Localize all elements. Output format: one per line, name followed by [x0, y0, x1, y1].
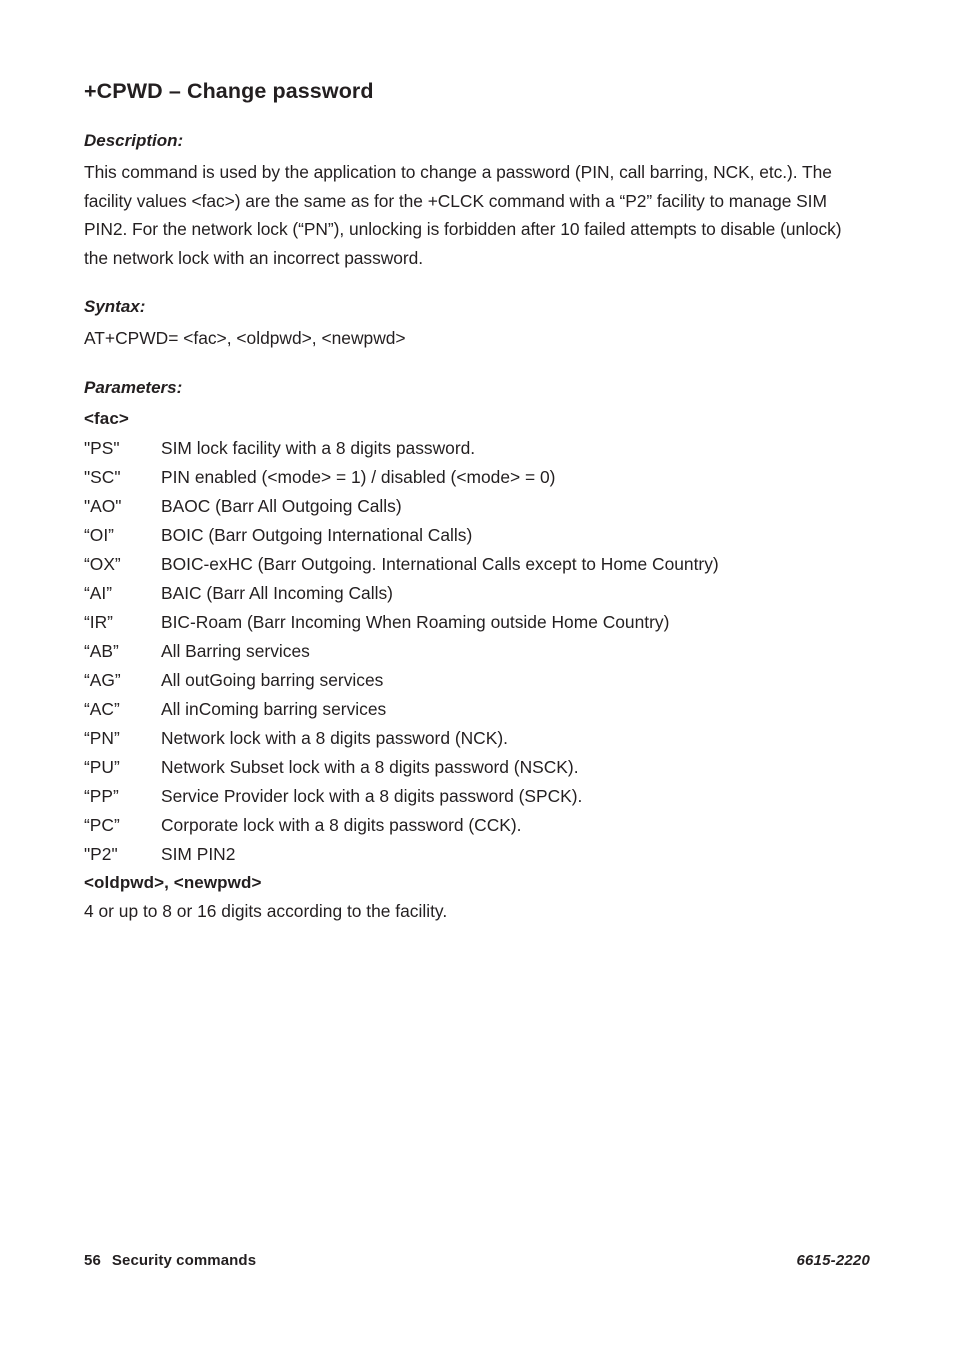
param-code: “AG”	[84, 669, 121, 690]
description-heading: Description:	[84, 131, 184, 150]
footer-page-number: 56	[84, 1252, 101, 1269]
table-row: “PU” Network Subset lock with a 8 digits…	[84, 753, 844, 782]
table-row: “PC” Corporate lock with a 8 digits pass…	[84, 811, 844, 840]
param-description: Network Subset lock with a 8 digits pass…	[161, 756, 579, 777]
spacer-after-description	[84, 272, 844, 296]
param-code: "SC"	[84, 466, 121, 487]
document-page: +CPWD – Change password Description: Thi…	[0, 0, 954, 1350]
param-code: "PS"	[84, 437, 120, 458]
param-code: "AO"	[84, 495, 122, 516]
param-description: All outGoing barring services	[161, 669, 384, 690]
param-description: BIC-Roam (Barr Incoming When Roaming out…	[161, 611, 670, 632]
page-footer: 56 Security commands 6615-2220	[84, 1252, 870, 1269]
table-row: “PP” Service Provider lock with a 8 digi…	[84, 782, 844, 811]
syntax-heading: Syntax:	[84, 297, 146, 317]
param-description: SIM PIN2	[161, 843, 236, 864]
param-description: Corporate lock with a 8 digits password …	[161, 814, 522, 835]
page-title: +CPWD – Change password	[84, 79, 374, 103]
footer-section-name: Security commands	[111, 1252, 257, 1269]
pwd-parameter-description: 4 or up to 8 or 16 digits according to t…	[84, 901, 448, 922]
table-row: “AB” All Barring services	[84, 637, 844, 666]
param-code: “PU”	[84, 756, 120, 777]
param-description: Service Provider lock with a 8 digits pa…	[161, 785, 583, 806]
table-row: “AC” All inComing barring services	[84, 695, 844, 724]
table-row: “OX” BOIC-exHC (Barr Outgoing. Internati…	[84, 550, 844, 579]
pwd-parameter-label: <oldpwd>, <newpwd>	[84, 872, 262, 892]
param-description: All inComing barring services	[161, 698, 387, 719]
table-row: “AG” All outGoing barring services	[84, 666, 844, 695]
param-code: “AI”	[84, 582, 113, 603]
param-description: BAIC (Barr All Incoming Calls)	[161, 582, 393, 603]
table-row: "P2" SIM PIN2	[84, 840, 844, 869]
param-description: BAOC (Barr All Outgoing Calls)	[161, 495, 402, 516]
param-description: All Barring services	[161, 640, 310, 661]
page-content: +CPWD – Change password Description: Thi…	[84, 78, 844, 926]
description-paragraph: This command is used by the application …	[84, 162, 842, 268]
param-code: “IR”	[84, 611, 113, 632]
param-description: BOIC-exHC (Barr Outgoing. International …	[161, 553, 719, 574]
param-description: Network lock with a 8 digits password (N…	[161, 727, 508, 748]
fac-value-list: "PS" SIM lock facility with a 8 digits p…	[84, 434, 844, 869]
param-description: SIM lock facility with a 8 digits passwo…	[161, 437, 476, 458]
table-row: "PS" SIM lock facility with a 8 digits p…	[84, 434, 844, 463]
param-description: BOIC (Barr Outgoing International Calls)	[161, 524, 473, 545]
param-description: PIN enabled (<mode> = 1) / disabled (<mo…	[161, 466, 556, 487]
param-code: “OX”	[84, 553, 121, 574]
param-code: “OI”	[84, 524, 114, 545]
table-row: "AO" BAOC (Barr All Outgoing Calls)	[84, 492, 844, 521]
table-row: “OI” BOIC (Barr Outgoing International C…	[84, 521, 844, 550]
param-code: “AC”	[84, 698, 120, 719]
param-code: “PP”	[84, 785, 119, 806]
table-row: "SC" PIN enabled (<mode> = 1) / disabled…	[84, 463, 844, 492]
param-code: “PC”	[84, 814, 120, 835]
footer-document-code: 6615-2220	[796, 1252, 870, 1269]
parameters-heading: Parameters:	[84, 377, 183, 397]
table-row: “PN” Network lock with a 8 digits passwo…	[84, 724, 844, 753]
footer-left: 56 Security commands	[84, 1252, 256, 1269]
fac-parameter-label: <fac>	[84, 408, 129, 428]
param-code: "P2"	[84, 843, 118, 864]
table-row: “AI” BAIC (Barr All Incoming Calls)	[84, 579, 844, 608]
spacer-after-syntax	[84, 353, 844, 377]
syntax-command: AT+CPWD= <fac>, <oldpwd>, <newpwd>	[84, 328, 406, 349]
param-code: “AB”	[84, 640, 119, 661]
table-row: “IR” BIC-Roam (Barr Incoming When Roamin…	[84, 608, 844, 637]
param-code: “PN”	[84, 727, 120, 748]
